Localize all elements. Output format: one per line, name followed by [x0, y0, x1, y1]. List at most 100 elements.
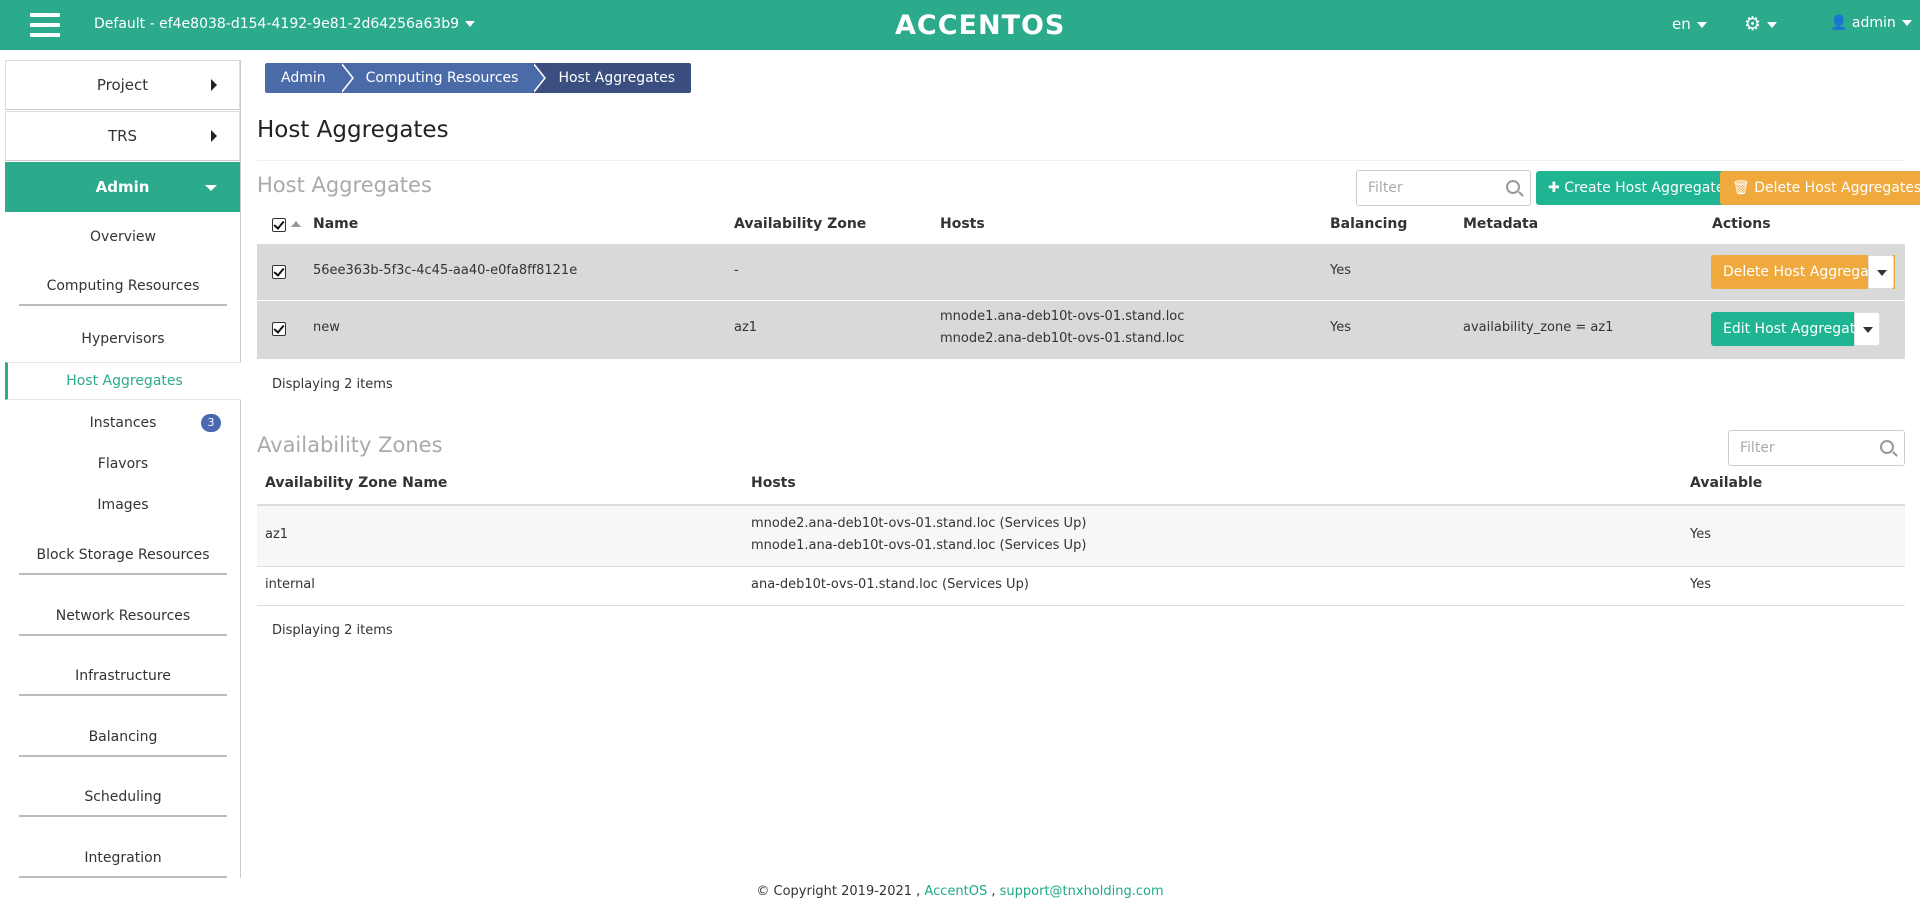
- sidebar-group-scheduling[interactable]: Scheduling: [5, 789, 241, 817]
- sidebar-item-images[interactable]: Images: [5, 497, 241, 513]
- sidebar-group-infrastructure[interactable]: Infrastructure: [5, 668, 241, 696]
- breadcrumb-item-computing-resources[interactable]: Computing Resources: [339, 63, 547, 93]
- delete-host-aggregates-label: Delete Host Aggregates: [1754, 180, 1920, 196]
- instances-count-badge: 3: [201, 414, 221, 432]
- zone-host: mnode2.ana-deb10t-ovs-01.stand.loc (Serv…: [751, 516, 1087, 531]
- top-navbar: Default - ef4e8038-d154-4192-9e81-2d6425…: [0, 0, 1920, 50]
- sidebar-group-balancing[interactable]: Balancing: [5, 729, 241, 757]
- sidebar-group-integration[interactable]: Integration: [5, 850, 241, 878]
- host-aggregates-filter[interactable]: [1356, 170, 1531, 206]
- create-host-aggregate-button[interactable]: ✚ Create Host Aggregate: [1536, 171, 1737, 205]
- delete-host-aggregates-button[interactable]: 🗑 Delete Host Aggregates: [1720, 171, 1920, 205]
- zone-name: internal: [265, 577, 315, 592]
- sidebar-group-computing-resources[interactable]: Computing Resources: [5, 278, 241, 306]
- breadcrumb-item-host-aggregates[interactable]: Host Aggregates: [532, 63, 692, 93]
- sidebar-item-instances[interactable]: Instances 3: [5, 414, 241, 432]
- edit-host-aggregate-button[interactable]: Edit Host Aggregate: [1711, 312, 1876, 346]
- sidebar-item-hypervisors[interactable]: Hypervisors: [5, 331, 241, 347]
- filter-input[interactable]: [1368, 180, 1498, 196]
- project-selector-label: Default - ef4e8038-d154-4192-9e81-2d6425…: [94, 16, 460, 32]
- sidebar-item-overview[interactable]: Overview: [5, 229, 241, 245]
- column-header-availability-zone[interactable]: Availability Zone: [734, 216, 866, 232]
- chevron-down-icon: [1696, 21, 1707, 28]
- chevron-right-icon: [211, 79, 217, 91]
- zone-name: az1: [265, 527, 289, 542]
- aggregate-zone: -: [734, 263, 739, 278]
- column-header-balancing[interactable]: Balancing: [1330, 216, 1407, 232]
- sidebar-group-network-resources[interactable]: Network Resources: [5, 608, 241, 636]
- accentos-link[interactable]: AccentOS: [924, 884, 987, 899]
- chevron-down-icon: [205, 185, 217, 191]
- search-icon[interactable]: [1506, 180, 1520, 194]
- chevron-right-icon: [211, 130, 217, 142]
- divider: [257, 605, 1905, 606]
- trash-icon: 🗑: [1732, 180, 1750, 196]
- language-selector[interactable]: en: [1672, 15, 1707, 33]
- row-checkbox[interactable]: [272, 322, 286, 336]
- zone-available: Yes: [1690, 527, 1711, 542]
- column-header-hosts[interactable]: Hosts: [751, 475, 796, 491]
- breadcrumb: Admin Computing Resources Host Aggregate…: [265, 63, 692, 93]
- sidebar-group-block-storage[interactable]: Block Storage Resources: [5, 547, 241, 575]
- column-header-metadata[interactable]: Metadata: [1463, 216, 1538, 232]
- aggregate-balancing: Yes: [1330, 263, 1351, 278]
- column-header-available[interactable]: Available: [1690, 475, 1762, 491]
- user-menu[interactable]: 👤 admin: [1830, 15, 1912, 31]
- sidebar-item-flavors[interactable]: Flavors: [5, 456, 241, 472]
- zone-available: Yes: [1690, 577, 1711, 592]
- language-label: en: [1672, 15, 1691, 33]
- availability-zones-count: Displaying 2 items: [272, 623, 393, 638]
- sidebar-category-admin[interactable]: Admin: [5, 162, 240, 212]
- sidebar-category-trs[interactable]: TRS: [5, 111, 240, 161]
- copyright-text: © Copyright 2019-2021 ,: [756, 884, 921, 899]
- row-actions-dropdown-icon[interactable]: [1854, 312, 1880, 346]
- select-all-checkbox[interactable]: [272, 218, 286, 232]
- support-email-link[interactable]: support@tnxholding.com: [1000, 884, 1164, 899]
- sidebar-category-label: Project: [96, 76, 149, 94]
- row-checkbox[interactable]: [272, 265, 286, 279]
- aggregate-balancing: Yes: [1330, 320, 1351, 335]
- chevron-down-icon: [465, 21, 476, 27]
- aggregate-host: mnode2.ana-deb10t-ovs-01.stand.loc: [940, 331, 1185, 346]
- availability-zones-filter[interactable]: [1728, 430, 1905, 466]
- aggregate-name: 56ee363b-5f3c-4c45-aa40-e0fa8ff8121e: [313, 263, 578, 278]
- chevron-down-icon: [1767, 21, 1778, 28]
- column-header-name[interactable]: Name: [313, 216, 358, 232]
- footer-separator: ,: [991, 884, 996, 899]
- sidebar: Project TRS Admin Overview Computing Res…: [5, 60, 241, 878]
- create-host-aggregate-label: Create Host Aggregate: [1564, 180, 1725, 196]
- page-title: Host Aggregates: [257, 117, 449, 143]
- breadcrumb-item-admin[interactable]: Admin: [265, 63, 354, 93]
- plus-icon: ✚: [1548, 180, 1560, 196]
- settings-menu[interactable]: ⚙: [1744, 13, 1778, 35]
- sidebar-category-project[interactable]: Project: [5, 60, 240, 110]
- aggregate-zone: az1: [734, 320, 758, 335]
- project-selector[interactable]: Default - ef4e8038-d154-4192-9e81-2d6425…: [94, 16, 476, 32]
- zone-host: ana-deb10t-ovs-01.stand.loc (Services Up…: [751, 577, 1029, 592]
- filter-input[interactable]: [1740, 440, 1870, 456]
- column-header-actions: Actions: [1712, 216, 1771, 232]
- hamburger-menu-icon[interactable]: [30, 13, 60, 37]
- page-footer: © Copyright 2019-2021 , AccentOS , suppo…: [0, 884, 1920, 899]
- zone-host: mnode1.ana-deb10t-ovs-01.stand.loc (Serv…: [751, 538, 1087, 553]
- brand-logo: ACCENTOS: [895, 10, 1066, 41]
- gear-icon: ⚙: [1744, 13, 1762, 35]
- divider: [257, 566, 1905, 567]
- user-icon: 👤: [1830, 15, 1848, 31]
- column-header-hosts[interactable]: Hosts: [940, 216, 985, 232]
- availability-zones-section-title: Availability Zones: [257, 433, 443, 457]
- host-aggregates-count: Displaying 2 items: [272, 377, 393, 392]
- column-header-zone-name[interactable]: Availability Zone Name: [265, 475, 447, 491]
- sidebar-item-label: Instances: [89, 415, 157, 431]
- aggregate-metadata: availability_zone = az1: [1463, 320, 1614, 335]
- aggregate-name: new: [313, 320, 340, 335]
- search-icon[interactable]: [1880, 440, 1894, 454]
- chevron-down-icon: [1901, 20, 1912, 26]
- host-aggregates-section-title: Host Aggregates: [257, 173, 432, 197]
- sort-ascending-icon[interactable]: [291, 221, 301, 227]
- sidebar-category-label: TRS: [107, 127, 138, 145]
- aggregate-host: mnode1.ana-deb10t-ovs-01.stand.loc: [940, 309, 1185, 324]
- user-name: admin: [1851, 15, 1896, 31]
- sidebar-item-host-aggregates[interactable]: Host Aggregates: [5, 362, 241, 400]
- row-actions-dropdown-icon[interactable]: [1868, 255, 1894, 289]
